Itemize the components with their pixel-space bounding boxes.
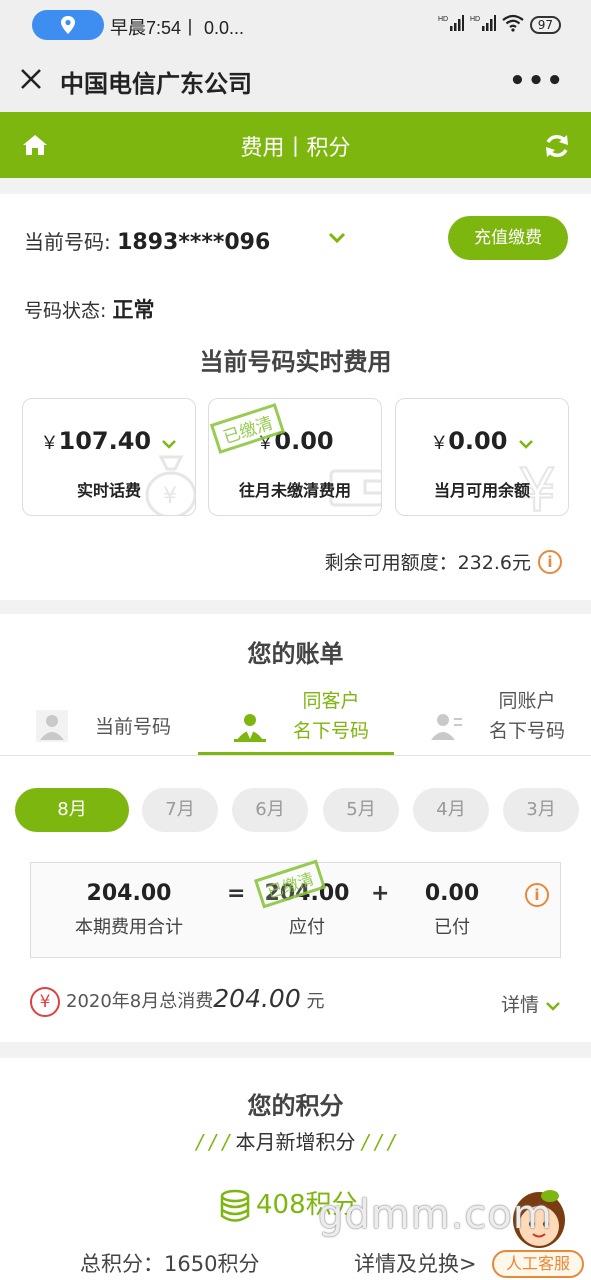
tab-label: 同客户 名下号码 bbox=[293, 686, 369, 746]
more-icon[interactable]: ••• bbox=[509, 66, 565, 96]
svg-text:HD: HD bbox=[438, 16, 448, 23]
currency-symbol: ￥ bbox=[430, 433, 449, 454]
person-list-icon bbox=[431, 714, 462, 740]
yuan-icon: ¥ bbox=[30, 987, 60, 1017]
bill-paid: 0.00 bbox=[424, 881, 480, 906]
slashes-left: / / / bbox=[196, 1130, 230, 1154]
slashes-right: / / / bbox=[361, 1130, 395, 1154]
total-points: 总积分：1650积分 bbox=[80, 1252, 260, 1276]
tabs-divider bbox=[0, 755, 591, 756]
bill-total: 204.00 bbox=[86, 881, 172, 906]
number-panel: 当前号码: 1893****096 充值缴费 号码状态: 正常 当前号码实时费用… bbox=[0, 194, 591, 600]
customer-service-button[interactable]: 人工客服 bbox=[492, 1250, 584, 1278]
fee-caption: 当月可用余额 bbox=[433, 481, 530, 500]
tab-label-line1: 同账户 bbox=[498, 690, 556, 712]
tab-same-customer[interactable]: 同客户 名下号码 bbox=[198, 690, 394, 756]
current-number[interactable]: 当前号码: 1893****096 bbox=[24, 226, 270, 255]
chevron-down-icon[interactable] bbox=[518, 439, 534, 449]
page-header: 费用丨积分 bbox=[0, 112, 591, 178]
status-time: 早晨7:54丨 0.0... bbox=[110, 18, 245, 38]
recharge-button[interactable]: 充值缴费 bbox=[448, 216, 568, 260]
bill-summary: 204.00 本期费用合计 = 204.00 应付 已缴清 + 0.00 已付 … bbox=[30, 859, 561, 958]
fee-amount: ￥107.40 bbox=[23, 427, 195, 455]
current-number-value: 1893****096 bbox=[117, 230, 271, 255]
details-label: 详情 bbox=[500, 994, 539, 1016]
status-bar: 早晨7:54丨 0.0... HD HD 97 bbox=[0, 0, 591, 52]
info-icon[interactable]: i bbox=[538, 550, 562, 574]
coins-icon bbox=[220, 1189, 250, 1222]
page-title: 费用丨积分 bbox=[240, 136, 351, 161]
status-icons: HD HD 97 bbox=[438, 14, 561, 35]
refresh-icon[interactable] bbox=[543, 132, 571, 160]
number-status-label: 号码状态: bbox=[24, 300, 113, 322]
location-pin-icon bbox=[61, 16, 75, 34]
active-tab-indicator bbox=[198, 752, 394, 755]
chevron-down-icon[interactable] bbox=[161, 439, 177, 449]
remaining-credit: 剩余可用额度：232.6元 bbox=[324, 552, 531, 574]
tab-current-number[interactable]: 当前号码 bbox=[0, 692, 198, 756]
bill-total-label: 本期费用合计 bbox=[75, 917, 183, 938]
location-pill bbox=[32, 10, 104, 40]
current-number-label: 当前号码: bbox=[24, 230, 118, 254]
close-icon[interactable] bbox=[16, 64, 46, 94]
fee-caption: 往月未缴清费用 bbox=[238, 481, 351, 500]
points-subtitle-text: 本月新增积分 bbox=[235, 1130, 356, 1154]
bill-title: 您的账单 bbox=[247, 640, 344, 668]
fee-card-balance[interactable]: ¥ ￥0.00 当月可用余额 bbox=[395, 398, 569, 516]
title-bar: 中国电信广东公司 ••• bbox=[0, 52, 591, 112]
chevron-down-icon[interactable] bbox=[328, 232, 346, 244]
bill-due-label: 应付 bbox=[289, 917, 325, 938]
tab-label-line1: 同客户 bbox=[302, 690, 360, 712]
battery-icon: 97 bbox=[529, 15, 561, 34]
tab-label-line2: 名下号码 bbox=[489, 720, 566, 742]
fee-caption: 实时话费 bbox=[76, 481, 141, 500]
month-total: ¥2020年8月总消费204.00 元 bbox=[30, 984, 324, 1017]
svg-text:HD: HD bbox=[470, 16, 480, 23]
signal-icon: HD bbox=[470, 14, 496, 35]
points-title: 您的积分 bbox=[247, 1092, 344, 1120]
realtime-fee-title: 当前号码实时费用 bbox=[199, 348, 392, 376]
fee-value: 107.40 bbox=[58, 427, 152, 455]
month-total-unit: 元 bbox=[300, 991, 325, 1012]
number-status-value: 正常 bbox=[112, 298, 155, 322]
bill-panel: 您的账单 当前号码 同客户 名下号码 同账户 名下号码 8月 7月 6月 5月 … bbox=[0, 614, 591, 1042]
month-tab[interactable]: 5月 bbox=[323, 788, 399, 832]
month-tab[interactable]: 7月 bbox=[142, 788, 218, 832]
month-tab[interactable]: 8月 bbox=[15, 788, 129, 832]
month-tab[interactable]: 6月 bbox=[232, 788, 308, 832]
person-icon bbox=[36, 710, 68, 742]
points-detail-link[interactable]: 详情及兑换> bbox=[354, 1248, 477, 1278]
chevron-down-icon bbox=[546, 1002, 560, 1011]
bill-paid-label: 已付 bbox=[434, 917, 470, 938]
points-panel: 您的积分 / / / 本月新增积分 / / / 408积分 总积分：1650积分… bbox=[0, 1058, 591, 1280]
month-tab[interactable]: 4月 bbox=[413, 788, 489, 832]
month-total-amount: 204.00 bbox=[213, 984, 301, 1013]
points-subtitle: / / / 本月新增积分 / / / bbox=[0, 1126, 591, 1155]
tab-label: 当前号码 bbox=[95, 716, 172, 738]
tab-label: 同账户 名下号码 bbox=[489, 686, 565, 746]
fee-card-realtime[interactable]: ¥ ￥107.40 实时话费 bbox=[22, 398, 196, 516]
fee-card-unpaid[interactable]: ￥0.00 已缴清 往月未缴清费用 bbox=[208, 398, 382, 516]
fee-value: 0.00 bbox=[448, 427, 508, 455]
number-status: 号码状态: 正常 bbox=[24, 294, 154, 324]
wifi-icon bbox=[502, 14, 524, 35]
watermark: gdmm.com bbox=[318, 1192, 553, 1238]
info-icon[interactable]: i bbox=[525, 883, 549, 907]
app-title: 中国电信广东公司 bbox=[60, 70, 252, 98]
currency-symbol: ￥ bbox=[40, 433, 59, 454]
tab-label-line2: 名下号码 bbox=[293, 720, 370, 742]
person-tie-icon bbox=[234, 714, 266, 742]
fee-amount: ￥0.00 bbox=[396, 427, 568, 455]
signal-icon: HD bbox=[438, 14, 464, 35]
details-link[interactable]: 详情 bbox=[501, 990, 561, 1017]
month-tab[interactable]: 3月 bbox=[503, 788, 579, 832]
month-total-prefix: 2020年8月总消费 bbox=[66, 991, 214, 1012]
tab-same-account[interactable]: 同账户 名下号码 bbox=[394, 690, 591, 756]
